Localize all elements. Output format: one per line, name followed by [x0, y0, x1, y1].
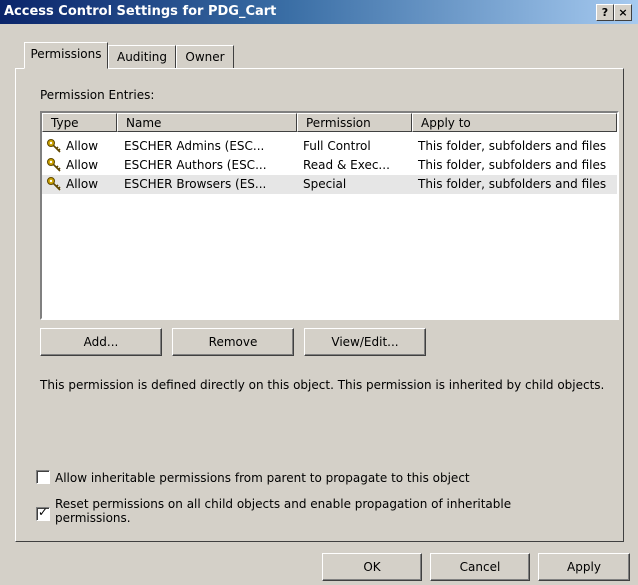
close-button[interactable]: × [614, 4, 632, 21]
permission-row[interactable]: Allow ESCHER Authors (ESC... Read & Exec… [42, 156, 617, 175]
row-permission: Read & Exec... [303, 158, 390, 172]
title-bar[interactable]: Access Control Settings for PDG_Cart ? × [0, 0, 638, 24]
add-button[interactable]: Add... [40, 328, 162, 356]
check-mark-icon: ✓ [38, 505, 49, 519]
apply-button[interactable]: Apply [538, 553, 630, 581]
allow-inheritable-label: Allow inheritable permissions from paren… [55, 471, 470, 485]
tab-owner-label: Owner [185, 50, 225, 64]
column-header-apply-to[interactable]: Apply to [412, 113, 617, 132]
row-type: Allow [66, 177, 99, 191]
row-apply-to: This folder, subfolders and files [418, 158, 607, 172]
row-apply-to: This folder, subfolders and files [418, 177, 607, 191]
permission-row[interactable]: Allow ESCHER Admins (ESC... Full Control… [42, 137, 617, 156]
tab-auditing[interactable]: Auditing [108, 45, 176, 69]
row-permission: Special [303, 177, 347, 191]
column-header-permission[interactable]: Permission [297, 113, 412, 132]
key-icon [47, 139, 61, 153]
ok-button[interactable]: OK [322, 553, 422, 581]
tab-permissions-label: Permissions [30, 47, 102, 61]
row-apply-to: This folder, subfolders and files [418, 139, 607, 153]
permission-entries-label: Permission Entries: [40, 88, 155, 102]
permission-row-selected[interactable]: Allow ESCHER Browsers (ES... Special Thi… [42, 175, 617, 194]
row-name: ESCHER Admins (ESC... [124, 139, 265, 153]
row-type: Allow [66, 139, 99, 153]
view-edit-button[interactable]: View/Edit... [304, 328, 426, 356]
row-permission: Full Control [303, 139, 371, 153]
key-icon [47, 177, 61, 191]
column-header-type[interactable]: Type [42, 113, 117, 132]
reset-permissions-checkbox[interactable]: ✓ [36, 505, 50, 521]
permission-entries-list[interactable]: Type Name Permission Apply to Allow ESCH… [40, 111, 619, 320]
cancel-button[interactable]: Cancel [430, 553, 530, 581]
row-type: Allow [66, 158, 99, 172]
permission-description: This permission is defined directly on t… [40, 378, 605, 392]
allow-inheritable-checkbox[interactable] [36, 470, 50, 484]
remove-button[interactable]: Remove [172, 328, 294, 356]
column-header-name[interactable]: Name [117, 113, 297, 132]
reset-permissions-label: Reset permissions on all child objects a… [55, 497, 512, 525]
tab-permissions[interactable]: Permissions [24, 42, 108, 69]
tab-owner[interactable]: Owner [176, 45, 234, 69]
help-button[interactable]: ? [596, 4, 614, 21]
row-name: ESCHER Browsers (ES... [124, 177, 267, 191]
window-title: Access Control Settings for PDG_Cart [4, 4, 277, 19]
tab-auditing-label: Auditing [116, 50, 168, 64]
access-control-dialog: Access Control Settings for PDG_Cart ? ×… [0, 0, 638, 585]
row-name: ESCHER Authors (ESC... [124, 158, 267, 172]
key-icon [47, 158, 61, 172]
